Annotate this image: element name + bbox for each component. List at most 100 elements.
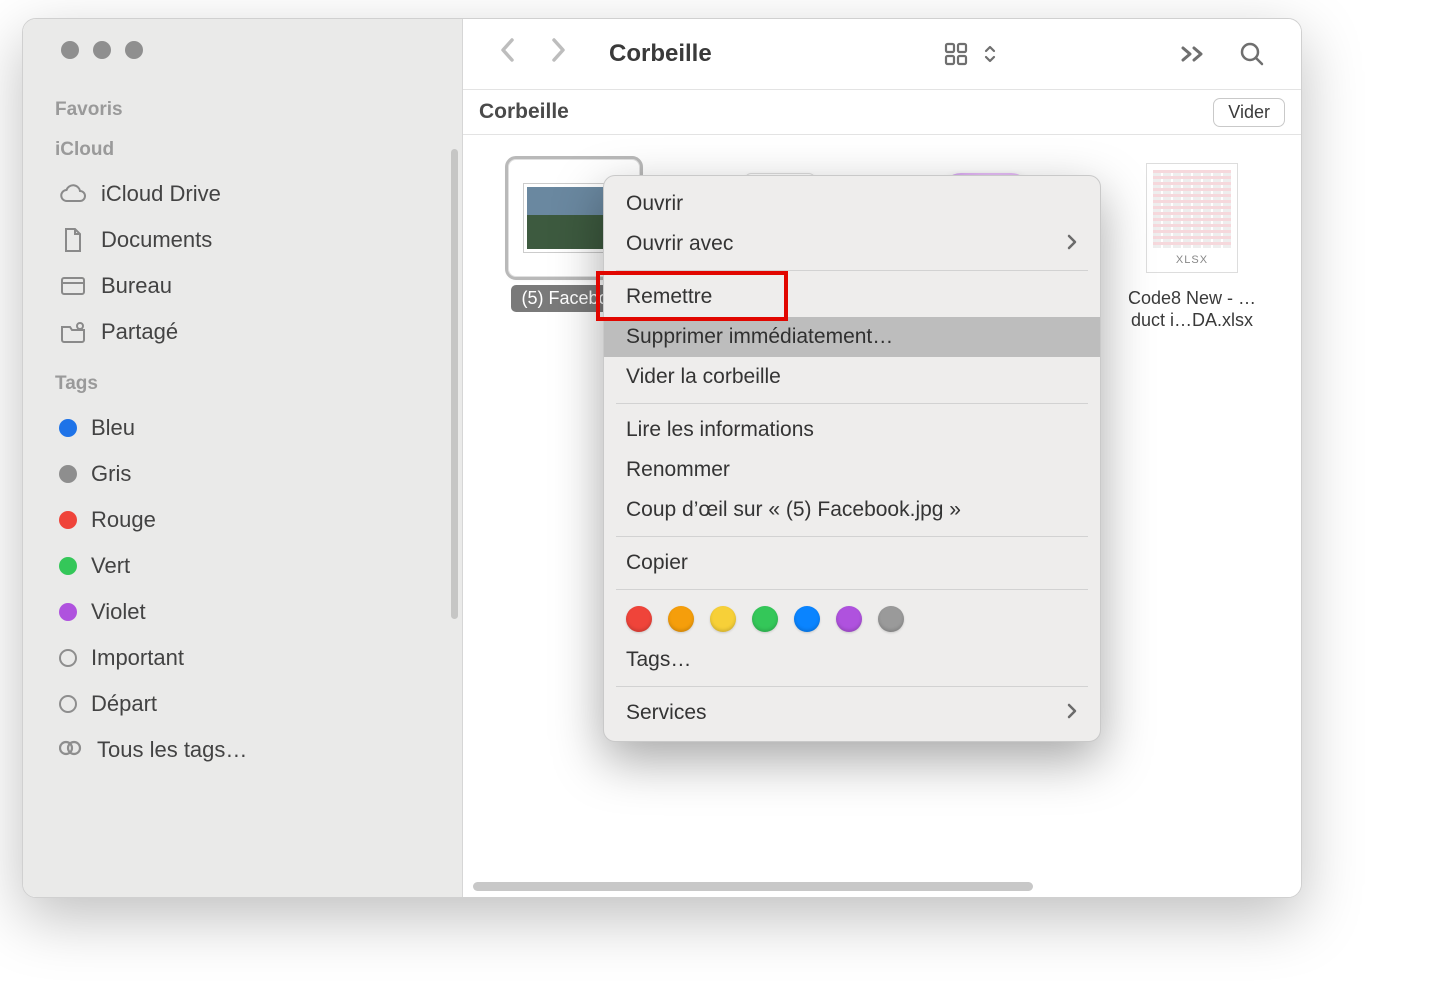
sidebar-tag-tous-les-tags-[interactable]: Tous les tags… — [51, 727, 442, 773]
tag-color-dot — [59, 419, 77, 437]
tag-color-choice[interactable] — [626, 606, 652, 632]
sidebar-item-icloud-drive[interactable]: iCloud Drive — [51, 171, 442, 217]
context-menu-item-label: Remettre — [626, 285, 712, 309]
context-menu-separator — [616, 589, 1088, 590]
location-title: Corbeille — [479, 100, 569, 124]
tag-color-choice[interactable] — [668, 606, 694, 632]
sidebar-item-label: Partagé — [101, 319, 178, 345]
horizontal-scrollbar[interactable] — [473, 882, 1033, 891]
tag-color-dot — [59, 557, 77, 575]
context-menu-item[interactable]: Remettre — [604, 277, 1100, 317]
context-menu-item[interactable]: Supprimer immédiatement… — [604, 317, 1100, 357]
sidebar-tag-d-part[interactable]: Départ — [51, 681, 442, 727]
context-menu-separator — [616, 270, 1088, 271]
sidebar-tag-label: Gris — [91, 461, 131, 487]
toolbar: Corbeille — [463, 19, 1301, 89]
close-window-button[interactable] — [61, 41, 79, 59]
sidebar-tag-violet[interactable]: Violet — [51, 589, 442, 635]
context-menu-item-label: Services — [626, 701, 707, 725]
toolbar-overflow-button[interactable] — [1169, 40, 1217, 68]
context-menu-separator — [616, 536, 1088, 537]
sidebar-tag-important[interactable]: Important — [51, 635, 442, 681]
context-menu-separator — [616, 403, 1088, 404]
tag-color-dot — [59, 465, 77, 483]
sidebar-item-label: iCloud Drive — [101, 181, 221, 207]
sidebar-item-label: Documents — [101, 227, 212, 253]
search-button[interactable] — [1229, 40, 1275, 68]
window-controls — [51, 41, 442, 59]
context-menu-item[interactable]: Vider la corbeille — [604, 357, 1100, 397]
context-menu-tag-colors — [604, 596, 1100, 640]
sidebar-tag-label: Bleu — [91, 415, 135, 441]
context-menu-item[interactable]: Ouvrir — [604, 184, 1100, 224]
sidebar: Favoris iCloud iCloud Drive Documents Bu… — [23, 19, 463, 897]
tag-color-choice[interactable] — [794, 606, 820, 632]
context-menu-item-label: Vider la corbeille — [626, 365, 781, 389]
file-thumbnail[interactable]: XLSX — [1126, 159, 1258, 277]
context-menu-item[interactable]: Ouvrir avec — [604, 224, 1100, 264]
nav-back-button[interactable] — [489, 32, 527, 76]
context-menu-item[interactable]: Copier — [604, 543, 1100, 583]
file-label: Code8 New - …duct i…DA.xlsx — [1117, 285, 1267, 334]
cloud-icon — [59, 181, 87, 207]
context-menu-item[interactable]: Lire les informations — [604, 410, 1100, 450]
context-menu-item-label: Renommer — [626, 458, 730, 482]
context-menu-item-label: Supprimer immédiatement… — [626, 325, 893, 349]
tag-color-choice[interactable] — [752, 606, 778, 632]
chevron-right-icon — [1066, 702, 1078, 725]
context-menu-item[interactable]: Coup d’œil sur « (5) Facebook.jpg » — [604, 490, 1100, 530]
sidebar-item-desktop[interactable]: Bureau — [51, 263, 442, 309]
sidebar-tag-label: Violet — [91, 599, 146, 625]
sidebar-tag-label: Rouge — [91, 507, 156, 533]
sidebar-tag-label: Important — [91, 645, 184, 671]
sidebar-tag-vert[interactable]: Vert — [51, 543, 442, 589]
shared-folder-icon — [59, 319, 87, 345]
context-menu-separator — [616, 686, 1088, 687]
sidebar-tag-gris[interactable]: Gris — [51, 451, 442, 497]
context-menu-item-label: Copier — [626, 551, 688, 575]
tag-ring-icon — [59, 695, 77, 713]
main-area: Corbeille Corbeille Vider (5) Facebo…XLS… — [463, 19, 1301, 897]
sidebar-tag-label: Tous les tags… — [97, 737, 247, 763]
finder-window: Favoris iCloud iCloud Drive Documents Bu… — [22, 18, 1302, 898]
window-title: Corbeille — [609, 40, 712, 68]
sidebar-item-documents[interactable]: Documents — [51, 217, 442, 263]
minimize-window-button[interactable] — [93, 41, 111, 59]
context-menu-item-label: Lire les informations — [626, 418, 814, 442]
view-mode-button[interactable] — [933, 40, 1007, 68]
tag-color-dot — [59, 603, 77, 621]
nav-forward-button[interactable] — [539, 32, 577, 76]
sidebar-section-tags: Tags — [55, 373, 442, 395]
tag-color-choice[interactable] — [878, 606, 904, 632]
sidebar-tag-label: Vert — [91, 553, 130, 579]
content-area: (5) Facebo…XLSXCode8 New - …duct i…DA.xl… — [463, 135, 1301, 897]
sidebar-section-icloud: iCloud — [55, 139, 442, 161]
tag-color-choice[interactable] — [836, 606, 862, 632]
file-item[interactable]: XLSX Code8 New - …duct i…DA.xlsx — [1117, 159, 1267, 334]
context-menu-item-label: Ouvrir avec — [626, 232, 733, 256]
sidebar-scrollbar[interactable] — [451, 149, 458, 619]
sidebar-item-shared[interactable]: Partagé — [51, 309, 442, 355]
document-icon — [59, 227, 87, 253]
tag-ring-icon — [59, 649, 77, 667]
tag-color-choice[interactable] — [710, 606, 736, 632]
sidebar-tag-bleu[interactable]: Bleu — [51, 405, 442, 451]
empty-trash-button[interactable]: Vider — [1213, 98, 1285, 127]
context-menu: Ouvrir Ouvrir avec Remettre Supprimer imméd… — [603, 175, 1101, 742]
context-menu-item[interactable]: Services — [604, 693, 1100, 733]
sidebar-tag-rouge[interactable]: Rouge — [51, 497, 442, 543]
all-tags-icon — [59, 737, 83, 763]
context-menu-item-label: Coup d’œil sur « (5) Facebook.jpg » — [626, 498, 961, 522]
context-menu-item-label: Tags… — [626, 648, 691, 672]
context-menu-item[interactable]: Tags… — [604, 640, 1100, 680]
sidebar-item-label: Bureau — [101, 273, 172, 299]
location-bar: Corbeille Vider — [463, 89, 1301, 135]
sidebar-tag-label: Départ — [91, 691, 157, 717]
tag-color-dot — [59, 511, 77, 529]
zoom-window-button[interactable] — [125, 41, 143, 59]
context-menu-item-label: Ouvrir — [626, 192, 683, 216]
sidebar-section-favorites: Favoris — [55, 99, 442, 121]
chevron-right-icon — [1066, 233, 1078, 256]
context-menu-item[interactable]: Renommer — [604, 450, 1100, 490]
desktop-icon — [59, 273, 87, 299]
